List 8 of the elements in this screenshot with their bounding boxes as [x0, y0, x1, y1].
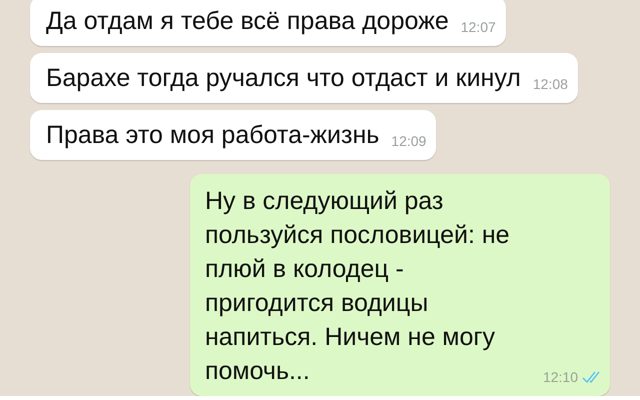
message-text: Да отдам я тебе всё права дороже	[46, 6, 449, 37]
message-time: 12:07	[460, 18, 496, 36]
message-text: Ну в следующий раз пользуйся пословицей: не плюй в колодец - пригодится водицы напиться. Ничем не могу помочь...	[204, 186, 511, 387]
message-time: 12:09	[391, 132, 426, 150]
message-text: Права это моя работа-жизнь	[46, 120, 380, 151]
message-time: 12:08	[532, 75, 568, 93]
message-text: Барахе тогда ручался что отдаст и кинул	[46, 63, 521, 94]
message-time: 12:10	[542, 368, 578, 386]
